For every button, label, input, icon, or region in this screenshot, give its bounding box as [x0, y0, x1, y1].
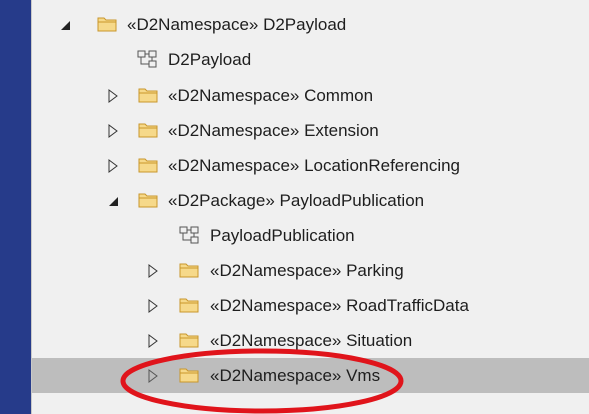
tree-row-label: «D2Namespace» D2Payload [127, 14, 347, 34]
diagram-icon [179, 226, 199, 244]
tree-row-situation[interactable]: «D2Namespace» Situation [32, 323, 589, 358]
folder-icon [179, 296, 199, 314]
collapse-arrow-icon[interactable] [146, 368, 160, 383]
expand-arrow-icon[interactable] [58, 18, 72, 32]
collapse-arrow-icon[interactable] [146, 333, 160, 348]
folder-icon [138, 86, 158, 104]
collapse-arrow-icon[interactable] [146, 298, 160, 313]
folder-icon [179, 331, 199, 349]
tree-row-payload-publication-package[interactable]: «D2Package» PayloadPublication [32, 183, 589, 218]
folder-icon [138, 156, 158, 174]
collapse-arrow-icon[interactable] [106, 158, 120, 173]
folder-icon [97, 15, 117, 33]
folder-icon [179, 366, 199, 384]
tree-row-parking[interactable]: «D2Namespace» Parking [32, 253, 589, 288]
tree-row-road-traffic-data[interactable]: «D2Namespace» RoadTrafficData [32, 288, 589, 323]
tree-row-payload-publication-diagram[interactable]: PayloadPublication [32, 218, 589, 253]
tree-row-label: «D2Namespace» Common [168, 85, 374, 105]
tree-row-d2payload-namespace[interactable]: «D2Namespace» D2Payload [32, 7, 589, 42]
tree-row-label: D2Payload [168, 49, 252, 69]
folder-icon [138, 191, 158, 209]
diagram-icon [137, 50, 157, 68]
tree-row-label: «D2Namespace» Situation [210, 330, 413, 350]
folder-icon [179, 261, 199, 279]
tree-row-vms[interactable]: «D2Namespace» Vms [32, 358, 589, 393]
collapse-arrow-icon[interactable] [106, 123, 120, 138]
tree-row-label: «D2Namespace» Parking [210, 260, 404, 280]
tree-row-d2payload-diagram[interactable]: D2Payload [32, 42, 589, 77]
folder-icon [138, 121, 158, 139]
tree-row-label: «D2Namespace» Vms [210, 365, 381, 385]
project-browser-tree: «D2Namespace» D2Payload D2Payload «D2Nam… [31, 0, 589, 414]
tree-row-label: «D2Package» PayloadPublication [168, 190, 425, 210]
collapse-arrow-icon[interactable] [106, 88, 120, 103]
collapse-arrow-icon[interactable] [146, 263, 160, 278]
tree-row-extension[interactable]: «D2Namespace» Extension [32, 113, 589, 148]
tree-row-label: «D2Namespace» RoadTrafficData [210, 295, 469, 315]
tree-row-common[interactable]: «D2Namespace» Common [32, 78, 589, 113]
expand-arrow-icon[interactable] [106, 194, 120, 208]
tree-row-label: «D2Namespace» Extension [168, 120, 379, 140]
tree-row-label: «D2Namespace» LocationReferencing [168, 155, 461, 175]
tree-row-location-referencing[interactable]: «D2Namespace» LocationReferencing [32, 148, 589, 183]
tree-row-label: PayloadPublication [210, 225, 355, 245]
